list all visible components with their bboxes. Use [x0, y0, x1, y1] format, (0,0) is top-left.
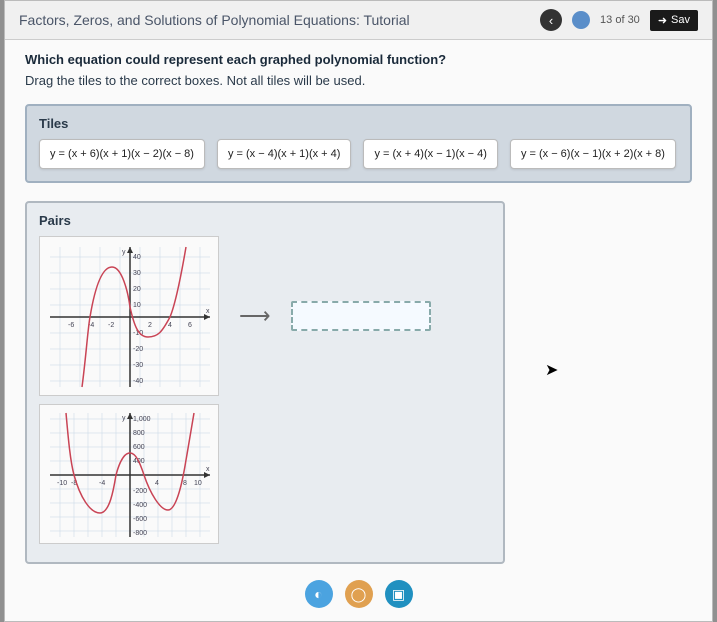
svg-text:x: x: [206, 466, 210, 473]
svg-text:x: x: [206, 308, 210, 315]
svg-text:30: 30: [133, 270, 141, 277]
instruction-text: Drag the tiles to the correct boxes. Not…: [25, 73, 692, 88]
svg-text:-200: -200: [133, 488, 147, 495]
svg-text:800: 800: [133, 430, 145, 437]
page-title: Factors, Zeros, and Solutions of Polynom…: [19, 12, 540, 28]
svg-text:-4: -4: [99, 480, 105, 487]
svg-text:8: 8: [183, 480, 187, 487]
svg-text:y: y: [122, 415, 126, 422]
topbar: Factors, Zeros, and Solutions of Polynom…: [5, 1, 712, 40]
save-button[interactable]: ➜ Sav: [650, 10, 698, 31]
pairs-label: Pairs: [39, 213, 491, 228]
svg-text:40: 40: [133, 254, 141, 261]
pairs-panel: Pairs 40302010 -10-: [25, 201, 505, 564]
svg-text:-20: -20: [133, 346, 143, 353]
svg-text:6: 6: [188, 322, 192, 329]
drop-zone[interactable]: [291, 301, 431, 331]
tile-option[interactable]: y = (x + 6)(x + 1)(x − 2)(x − 8): [39, 139, 205, 169]
taskbar-chat-icon[interactable]: ◯: [345, 580, 373, 608]
pair-row: 40302010 -10-20-30-40 -6-4-2246 yx ⟶: [39, 236, 491, 396]
tile-option[interactable]: y = (x − 6)(x − 1)(x + 2)(x + 8): [510, 139, 676, 169]
page-counter: 13 of 30: [600, 14, 640, 26]
pair-row: 1,000800600400 -200-400-600-800 -10-8-44…: [39, 404, 491, 544]
svg-text:20: 20: [133, 286, 141, 293]
svg-text:-800: -800: [133, 530, 147, 537]
status-dot: [572, 11, 590, 29]
svg-text:-400: -400: [133, 502, 147, 509]
svg-text:y: y: [122, 249, 126, 256]
tiles-label: Tiles: [39, 116, 678, 131]
arrow-icon: ⟶: [239, 303, 271, 329]
taskbar-video-icon[interactable]: ▣: [385, 580, 413, 608]
svg-text:1,000: 1,000: [133, 416, 151, 423]
taskbar-browser-icon[interactable]: ◐: [305, 580, 333, 608]
graph-quartic: 1,000800600400 -200-400-600-800 -10-8-44…: [39, 404, 219, 544]
tile-option[interactable]: y = (x − 4)(x + 1)(x + 4): [217, 139, 351, 169]
svg-text:-2: -2: [108, 322, 114, 329]
svg-text:-30: -30: [133, 362, 143, 369]
question-text: Which equation could represent each grap…: [25, 52, 692, 67]
svg-text:-40: -40: [133, 378, 143, 385]
svg-text:10: 10: [133, 302, 141, 309]
svg-text:-600: -600: [133, 516, 147, 523]
tiles-panel: Tiles y = (x + 6)(x + 1)(x − 2)(x − 8) y…: [25, 104, 692, 183]
svg-text:-10: -10: [57, 480, 67, 487]
svg-text:600: 600: [133, 444, 145, 451]
svg-text:4: 4: [168, 322, 172, 329]
svg-text:10: 10: [194, 480, 202, 487]
svg-text:-6: -6: [68, 322, 74, 329]
taskbar: ◐ ◯ ▣: [5, 576, 712, 612]
tile-option[interactable]: y = (x + 4)(x − 1)(x − 4): [363, 139, 497, 169]
nav-prev-button[interactable]: ‹: [540, 9, 562, 31]
graph-cubic: 40302010 -10-20-30-40 -6-4-2246 yx: [39, 236, 219, 396]
svg-text:2: 2: [148, 322, 152, 329]
svg-text:4: 4: [155, 480, 159, 487]
save-icon: ➜: [658, 14, 667, 27]
